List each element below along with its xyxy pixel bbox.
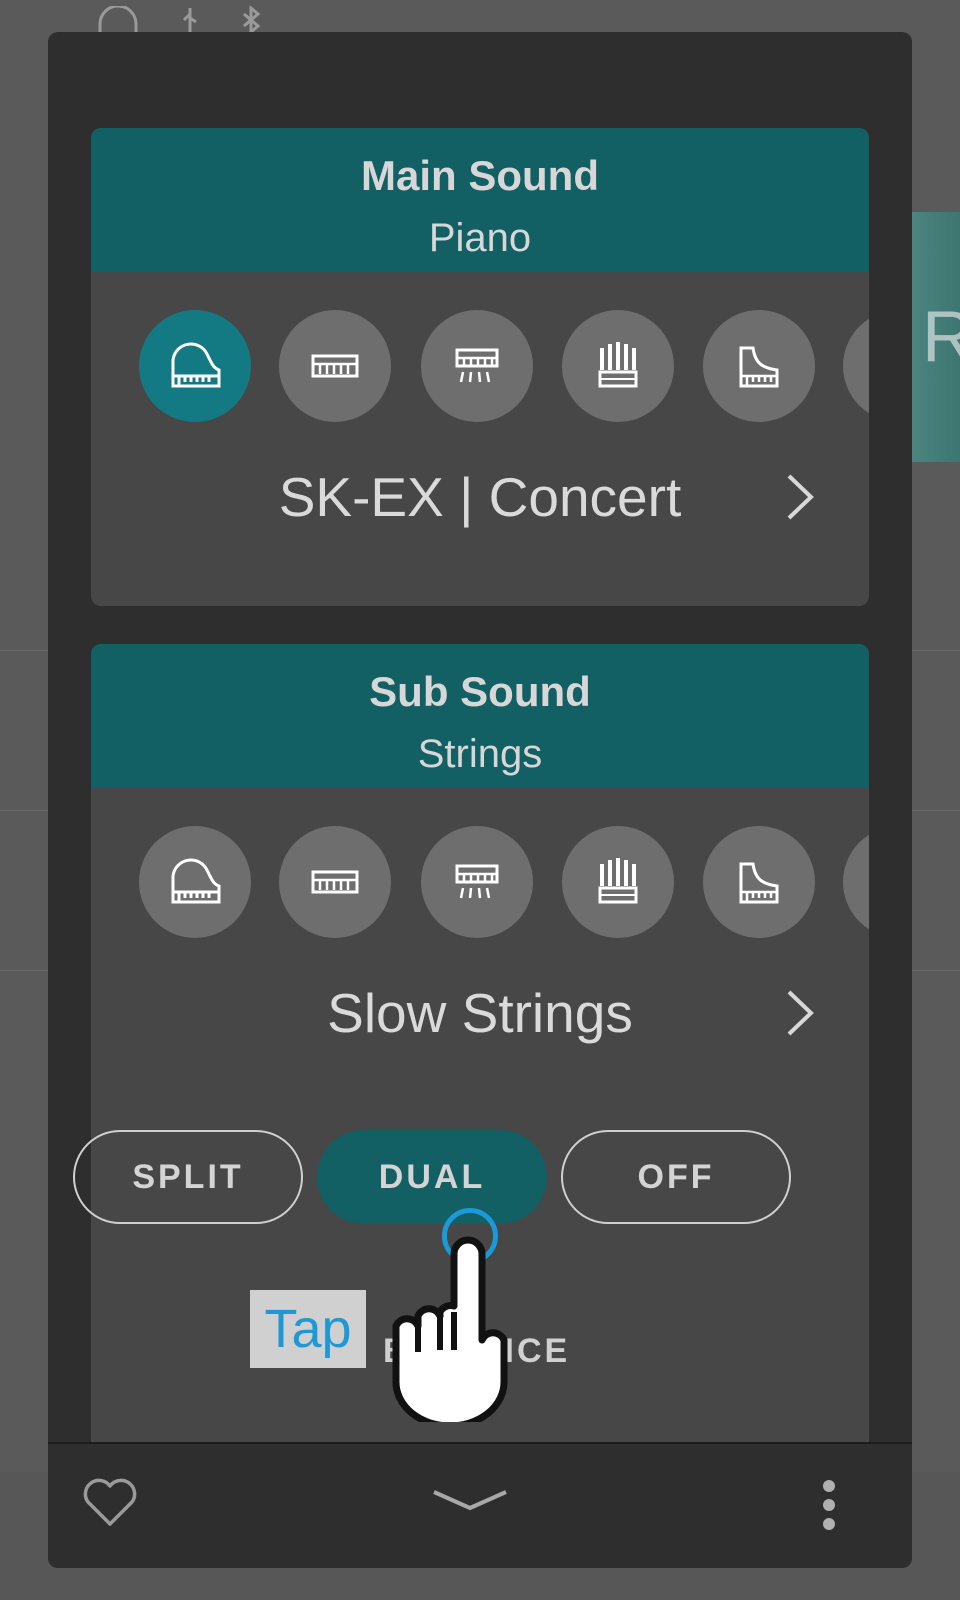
upright-piano-icon [739, 862, 779, 904]
upright-piano-icon [739, 346, 779, 388]
organ-icon [598, 342, 638, 388]
dual-button[interactable]: DUAL [317, 1130, 547, 1224]
electric-piano-category-button[interactable] [421, 826, 533, 938]
keyboard-icon [311, 354, 359, 378]
grand-piano-category-button[interactable] [139, 826, 251, 938]
more-category-button[interactable] [843, 310, 869, 422]
grand-piano-category-button[interactable] [139, 310, 251, 422]
chevron-right-icon [787, 990, 814, 1036]
sub-sound-header: Sub Sound Strings [91, 644, 869, 788]
sound-select-panel: Main Sound Piano SK-EX | Concert Sub Sou… [48, 32, 912, 1568]
collapse-chevron-icon[interactable] [432, 1486, 508, 1512]
main-sound-selector[interactable]: SK-EX | Concert [91, 452, 869, 542]
sub-sound-selector[interactable]: Slow Strings [91, 968, 869, 1058]
more-vertical-icon[interactable] [818, 1480, 840, 1530]
sub-sound-name: Slow Strings [327, 982, 633, 1044]
keyboard-category-button[interactable] [279, 310, 391, 422]
panel-bottom-bar [48, 1442, 912, 1568]
grand-piano-icon [171, 858, 221, 904]
organ-icon [598, 858, 638, 904]
main-sound-header: Main Sound Piano [91, 128, 869, 272]
main-sound-name: SK-EX | Concert [278, 466, 682, 528]
tap-hint-label: Tap [250, 1290, 366, 1368]
more-category-button[interactable] [843, 826, 869, 938]
organ-category-button[interactable] [562, 310, 674, 422]
electric-piano-category-button[interactable] [421, 310, 533, 422]
mode-toggle-group: SPLIT DUAL OFF [73, 1130, 803, 1226]
sub-sound-category-icons [91, 826, 869, 968]
upright-piano-category-button[interactable] [703, 826, 815, 938]
off-button[interactable]: OFF [561, 1130, 791, 1224]
sub-sound-title: Sub Sound [369, 668, 591, 715]
main-sound-card: Main Sound Piano SK-EX | Concert [91, 128, 869, 606]
upright-piano-category-button[interactable] [703, 310, 815, 422]
pointing-hand-icon [392, 1236, 508, 1422]
grand-piano-icon [171, 342, 221, 388]
panel-content: Main Sound Piano SK-EX | Concert Sub Sou… [48, 32, 912, 1442]
sub-sound-category: Strings [417, 732, 543, 776]
electric-piano-icon [455, 348, 499, 383]
main-sound-title: Main Sound [361, 152, 599, 199]
heart-icon[interactable] [80, 1474, 140, 1530]
background-preview-letter: R [922, 297, 960, 377]
keyboard-icon [311, 870, 359, 894]
chevron-right-icon [787, 474, 814, 520]
split-button[interactable]: SPLIT [73, 1130, 303, 1224]
electric-piano-icon [455, 864, 499, 899]
main-sound-category-icons [91, 310, 869, 452]
main-sound-category: Piano [428, 216, 532, 260]
organ-category-button[interactable] [562, 826, 674, 938]
keyboard-category-button[interactable] [279, 826, 391, 938]
